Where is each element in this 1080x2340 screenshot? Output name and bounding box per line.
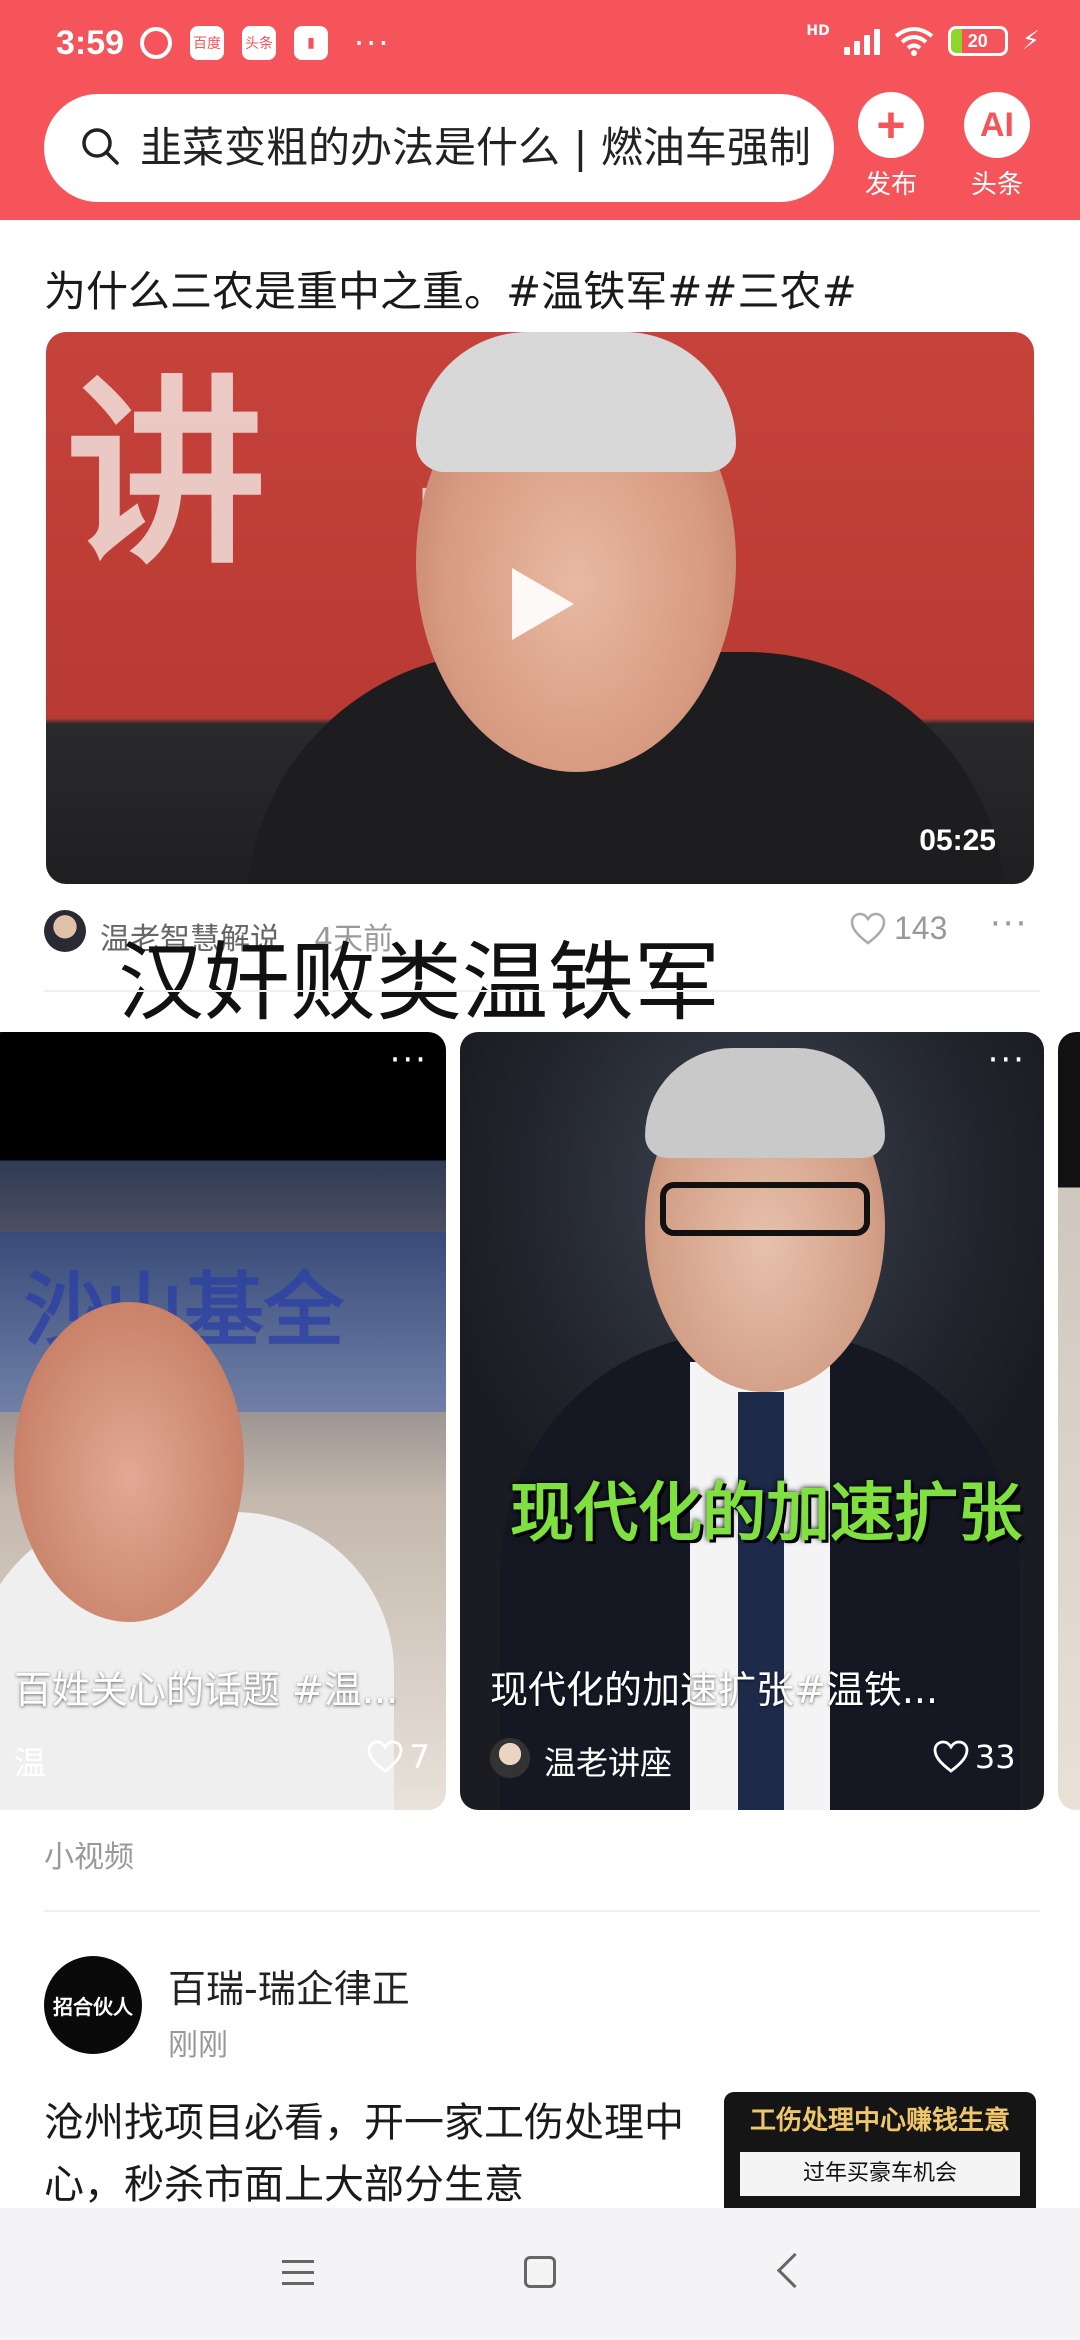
- search-bar[interactable]: 韭菜变粗的办法是什么 | 燃油车强制: [44, 94, 834, 202]
- clipboard-icon: ▮: [294, 26, 328, 60]
- thumbnail-headline: 工伤处理中心赚钱生意: [749, 2106, 1010, 2136]
- video-duration: 05:25: [919, 824, 996, 857]
- short-person-glasses: [660, 1182, 870, 1236]
- short-author-name: 温老讲座: [544, 1744, 673, 1782]
- short-person-face: [14, 1302, 244, 1622]
- more-options-icon[interactable]: ···: [990, 904, 1028, 944]
- heart-icon: [933, 1740, 969, 1773]
- like-count: 143: [894, 910, 948, 946]
- more-notifications-icon: ···: [354, 24, 391, 62]
- status-bar: 3:59 百度 头条 ▮ ··· HD 20 ⚡: [0, 0, 1080, 90]
- hd-label: HD: [806, 23, 830, 39]
- short-person-hair: [645, 1048, 885, 1158]
- search-icon: [82, 128, 119, 165]
- like-button[interactable]: 33: [933, 1738, 1016, 1776]
- article-snippet[interactable]: 沧州找项目必看，开一家工伤处理中心，秒杀市面上大部分生意: [44, 2092, 684, 2216]
- publish-button[interactable]: + 发布: [846, 92, 936, 201]
- heart-icon: [368, 1740, 403, 1773]
- wifi-icon: [894, 27, 933, 56]
- short-video-footer: 温 7: [14, 1736, 430, 1782]
- status-time: 3:59: [56, 24, 125, 62]
- section-label: 小视频: [44, 1840, 134, 1875]
- short-author-avatar: [490, 1738, 530, 1778]
- author-avatar[interactable]: 招合伙人: [44, 1956, 142, 2054]
- article-thumbnail[interactable]: 工伤处理中心赚钱生意 过年买豪车机会: [724, 2092, 1036, 2210]
- alarm-icon: [140, 27, 172, 59]
- like-count: 7: [409, 1738, 430, 1776]
- like-button[interactable]: 143: [850, 910, 947, 947]
- charging-icon: ⚡: [1021, 26, 1040, 56]
- short-video-title: 百姓关心的话题 #温...: [14, 1668, 399, 1712]
- short-video-footer: 温老讲座 33: [490, 1736, 1016, 1782]
- app-header: 3:59 百度 头条 ▮ ··· HD 20 ⚡ 韭菜变粗的办法是什么 | 燃油…: [0, 0, 1080, 220]
- short-caption-overlay: 现代化的加速扩张: [510, 1477, 1022, 1551]
- system-nav-bar: [0, 2208, 1080, 2340]
- like-button[interactable]: 7: [367, 1738, 430, 1776]
- ai-icon: AI: [964, 92, 1030, 158]
- search-suggestion-text[interactable]: 韭菜变粗的办法是什么 | 燃油车强制: [140, 118, 820, 178]
- author-name[interactable]: 百瑞-瑞企律正: [168, 1958, 410, 2013]
- author-avatar[interactable]: [44, 910, 86, 952]
- article-title[interactable]: 为什么三农是重中之重。#温铁军##三农#: [44, 258, 857, 319]
- toutiao-app-icon: 头条: [242, 26, 276, 60]
- play-icon[interactable]: [512, 568, 574, 640]
- status-notification-icons: 百度 头条 ▮ ···: [140, 26, 391, 60]
- battery-icon: 20: [947, 26, 1008, 56]
- plus-icon: +: [858, 92, 924, 158]
- like-count: 33: [974, 1738, 1016, 1776]
- baidu-app-icon: 百度: [190, 26, 224, 60]
- back-icon[interactable]: [776, 2252, 813, 2289]
- heart-icon: [850, 912, 886, 945]
- short-video-card-right-partial[interactable]: [1058, 1032, 1080, 1810]
- ai-toutiao-button[interactable]: AI 头条: [952, 92, 1042, 201]
- short-author-name: 温: [14, 1744, 47, 1782]
- divider: [44, 1910, 1040, 1912]
- thumbnail-subline: 过年买豪车机会: [740, 2152, 1020, 2196]
- status-system-icons: HD 20 ⚡: [806, 23, 1040, 56]
- recent-apps-icon[interactable]: [282, 2260, 314, 2293]
- publish-label: 发布: [864, 170, 917, 200]
- ai-toutiao-label: 头条: [970, 170, 1023, 200]
- short-video-card-middle[interactable]: 现代化的加速扩张 ··· 现代化的加速扩张#温铁... 温老讲座 33: [460, 1032, 1044, 1810]
- publish-time: 刚刚: [168, 2028, 228, 2063]
- divider: [44, 990, 1040, 992]
- home-icon[interactable]: [524, 2256, 556, 2288]
- video-thumbnail[interactable]: 讲 兵 05:25: [46, 332, 1034, 884]
- overlay-caption: 汉奸败类温铁军: [118, 933, 720, 1033]
- video-person-hair: [416, 332, 736, 472]
- more-options-icon[interactable]: ···: [390, 1040, 428, 1080]
- more-options-icon[interactable]: ···: [988, 1040, 1026, 1080]
- signal-icon: [843, 27, 880, 55]
- short-video-card-left[interactable]: 沙山基全 ··· 百姓关心的话题 #温... 温 7: [0, 1032, 446, 1810]
- short-video-title: 现代化的加速扩张#温铁...: [490, 1668, 939, 1712]
